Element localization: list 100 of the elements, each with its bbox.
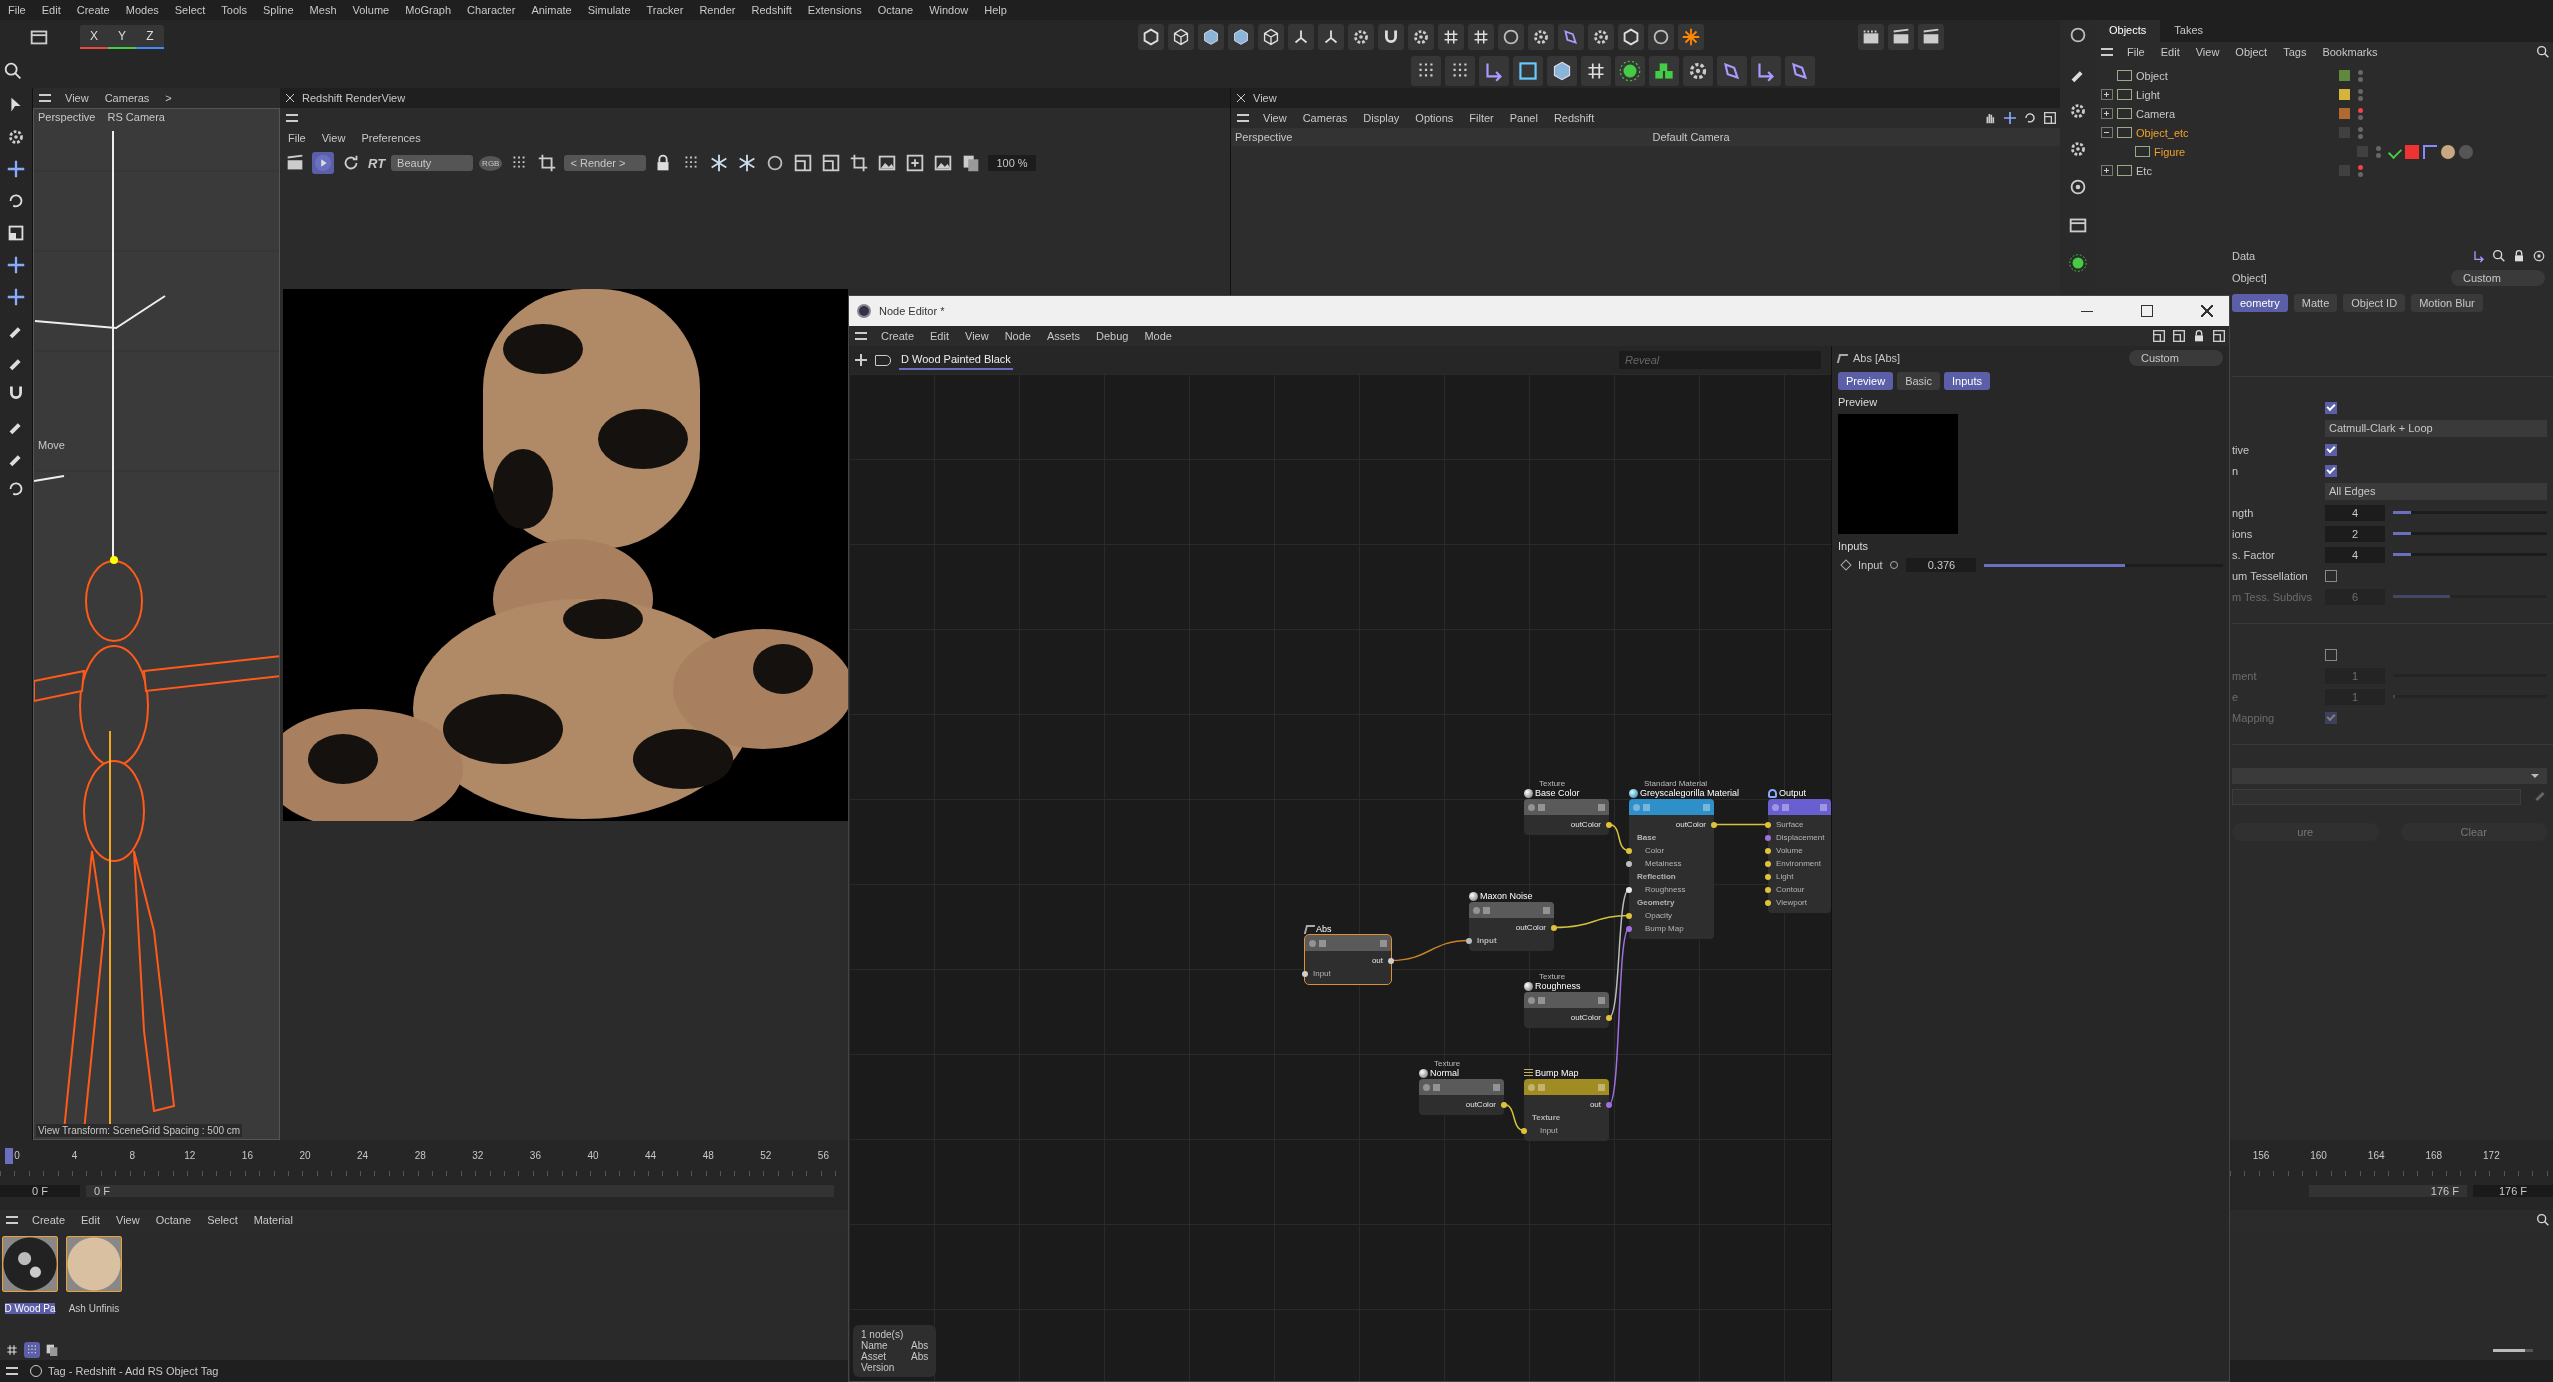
- menu-item[interactable]: View: [1255, 112, 1295, 124]
- menu-item[interactable]: Simulate: [579, 4, 639, 16]
- menu-item[interactable]: Render: [691, 4, 744, 16]
- object-name[interactable]: Camera: [2136, 107, 2176, 120]
- move-icon[interactable]: [2002, 110, 2018, 126]
- port-dot[interactable]: [1606, 821, 1612, 828]
- menu-item[interactable]: File: [280, 132, 314, 144]
- port-dot[interactable]: [1765, 860, 1771, 867]
- frame-field[interactable]: 176 F: [2473, 1185, 2553, 1197]
- frame-range-field[interactable]: 0 F: [86, 1185, 834, 1197]
- minimize-icon[interactable]: [2081, 310, 2093, 312]
- menu-item[interactable]: View: [108, 1214, 148, 1226]
- inspector-tab[interactable]: Preview: [1838, 372, 1894, 390]
- menu-item[interactable]: Extensions: [799, 4, 870, 16]
- port-dot[interactable]: [1388, 957, 1394, 964]
- maximize-icon[interactable]: [2141, 305, 2153, 317]
- menu-item[interactable]: Cameras: [1294, 112, 1356, 124]
- checkbox[interactable]: [2325, 648, 2337, 661]
- visibility-dots[interactable]: [2358, 126, 2363, 139]
- film-icon[interactable]: [1858, 24, 1884, 50]
- checkbox[interactable]: [2325, 443, 2337, 456]
- menu-item[interactable]: Help: [976, 4, 1015, 16]
- menu-item[interactable]: Assets: [1038, 330, 1088, 342]
- menu-item[interactable]: Modes: [117, 4, 167, 16]
- play-icon[interactable]: [312, 152, 334, 174]
- gear-icon[interactable]: [1408, 24, 1434, 50]
- axis-button[interactable]: Y: [108, 25, 136, 49]
- number-field[interactable]: 0.376: [1906, 558, 1977, 572]
- frame-icon[interactable]: [2042, 110, 2058, 126]
- menu-icon[interactable]: [39, 94, 51, 102]
- port-dot[interactable]: [1606, 1101, 1612, 1108]
- port-dot[interactable]: [1302, 970, 1308, 977]
- node-header[interactable]: [1524, 1079, 1609, 1095]
- layer-color-swatch[interactable]: [2339, 70, 2350, 81]
- grid-view-icon[interactable]: [24, 1342, 40, 1359]
- menu-item[interactable]: Object: [2227, 46, 2276, 58]
- node-header[interactable]: [1419, 1079, 1504, 1095]
- search-icon[interactable]: [2535, 44, 2551, 60]
- dropdown[interactable]: Catmull-Clark + Loop: [2325, 420, 2547, 437]
- graph-tab[interactable]: D Wood Painted Black: [899, 350, 1013, 370]
- menu-item[interactable]: Character: [459, 4, 524, 16]
- grid-icon[interactable]: [1468, 24, 1494, 50]
- axis-icon[interactable]: [1318, 24, 1344, 50]
- port-dot[interactable]: [1606, 1014, 1612, 1021]
- menu-item[interactable]: Window: [921, 4, 977, 16]
- menu-item[interactable]: Create: [24, 1214, 74, 1226]
- menu-item[interactable]: Spline: [255, 4, 302, 16]
- menu-item[interactable]: Tools: [213, 4, 256, 16]
- menu-item[interactable]: View: [313, 132, 354, 144]
- layout-icon[interactable]: [2171, 328, 2187, 344]
- menu-item[interactable]: Edit: [922, 330, 957, 342]
- menu-item[interactable]: Edit: [2152, 46, 2188, 58]
- menu-item[interactable]: Redshift: [743, 4, 800, 16]
- slider-track[interactable]: [2393, 595, 2547, 598]
- object-name[interactable]: Light: [2136, 88, 2160, 101]
- visibility-dots[interactable]: [2358, 88, 2363, 101]
- ring-icon[interactable]: [1498, 24, 1524, 50]
- attribute-tab[interactable]: eometry: [2232, 294, 2288, 312]
- menu-item[interactable]: Animate: [523, 4, 580, 16]
- tag-icon[interactable]: [875, 354, 891, 366]
- dots-icon[interactable]: [1445, 56, 1475, 86]
- menu-item[interactable]: View: [57, 92, 97, 104]
- expand-toggle[interactable]: [2101, 89, 2113, 100]
- number-field[interactable]: 4: [2325, 546, 2385, 563]
- node-header[interactable]: [1524, 799, 1609, 815]
- visibility-dots[interactable]: [2376, 145, 2381, 158]
- inspector-tab[interactable]: Basic: [1897, 372, 1941, 390]
- menu-item[interactable]: Mesh: [301, 4, 345, 16]
- port-dot[interactable]: [1551, 924, 1557, 931]
- channel-button[interactable]: RGB: [479, 155, 503, 171]
- menu-item[interactable]: View: [2187, 46, 2228, 58]
- object-name[interactable]: Object: [2136, 69, 2168, 82]
- checkbox[interactable]: [2325, 569, 2337, 582]
- magnet-icon[interactable]: [1378, 24, 1404, 50]
- menu-item[interactable]: MoGraph: [397, 4, 460, 16]
- blocks-icon[interactable]: [1649, 56, 1679, 86]
- port-dot[interactable]: [1626, 886, 1632, 893]
- burst-icon[interactable]: [1678, 24, 1704, 50]
- search-field[interactable]: Reveal: [1619, 351, 1821, 369]
- attribute-tab[interactable]: Object ID: [2343, 294, 2406, 312]
- node-header[interactable]: [1305, 935, 1391, 951]
- pass-dropdown[interactable]: Beauty: [391, 155, 474, 171]
- menu-item[interactable]: Panel: [1501, 112, 1546, 124]
- port-dot[interactable]: [1765, 886, 1771, 893]
- menu-icon[interactable]: [1237, 114, 1249, 122]
- object-name[interactable]: Object_etc: [2136, 126, 2189, 139]
- menu-item[interactable]: Mode: [1136, 330, 1180, 342]
- node-header[interactable]: [1629, 799, 1714, 815]
- menu-item[interactable]: Create: [873, 330, 923, 342]
- node-header[interactable]: [1768, 799, 1831, 815]
- attribute-tab[interactable]: Matte: [2293, 294, 2338, 312]
- search-icon[interactable]: [2491, 248, 2507, 264]
- camera-label[interactable]: Default Camera: [1652, 131, 1730, 143]
- grid-icon[interactable]: [1438, 24, 1464, 50]
- port-dot[interactable]: [1501, 1101, 1507, 1108]
- gear-icon[interactable]: [1588, 24, 1614, 50]
- menu-item[interactable]: Edit: [33, 4, 69, 16]
- menu-icon[interactable]: [6, 1367, 18, 1375]
- close-icon[interactable]: [1237, 94, 1245, 102]
- menu-item[interactable]: View: [957, 330, 997, 342]
